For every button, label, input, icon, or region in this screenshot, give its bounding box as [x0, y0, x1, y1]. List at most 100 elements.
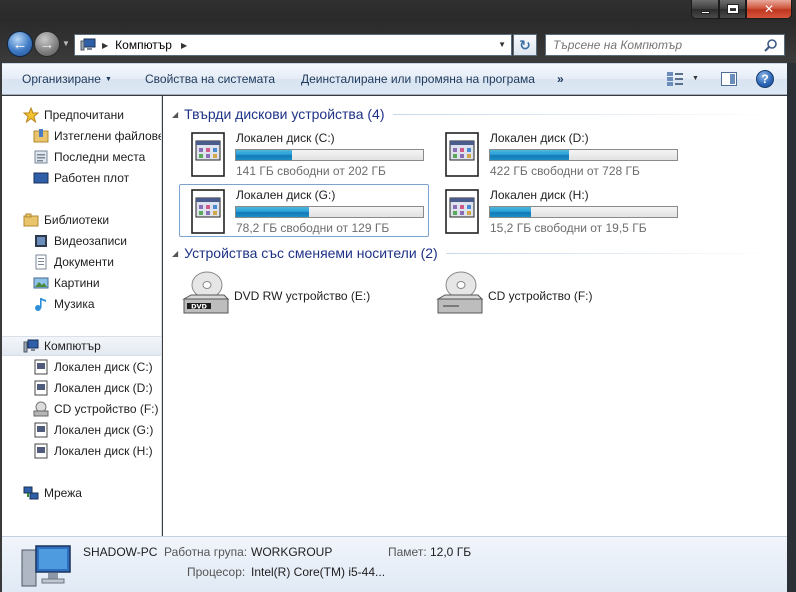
nav-drive-g[interactable]: Локален диск (G:)	[33, 420, 161, 440]
cd-drive-name: CD устройство (F:)	[488, 289, 593, 303]
minimize-button[interactable]	[691, 0, 719, 19]
workgroup-label: Работна група:	[164, 545, 248, 559]
hard-drives-group-title: Твърди дискови устройства (4)	[184, 106, 385, 122]
address-row: ← → ▼ ▶ Компютър ▶ ▼ ↻	[0, 28, 796, 62]
command-bar: Организиране ▼ Свойства на системата Деин…	[2, 63, 787, 95]
collapse-arrow-icon[interactable]: ◢	[172, 110, 178, 119]
recent-pages-dropdown[interactable]: ▼	[62, 39, 70, 48]
organize-button[interactable]: Организиране ▼	[22, 72, 112, 86]
preview-pane-button[interactable]	[721, 72, 737, 86]
computer-icon	[80, 38, 96, 52]
close-button[interactable]: ✕	[746, 0, 792, 19]
refresh-icon: ↻	[519, 36, 531, 53]
nav-documents-label: Документи	[54, 255, 114, 269]
nav-drive-d[interactable]: Локален диск (D:)	[33, 378, 161, 398]
removable-group-header[interactable]: ◢ Устройства със сменяеми носители (2)	[172, 243, 777, 263]
workgroup-value: WORKGROUP	[251, 545, 333, 559]
computer-icon	[21, 545, 71, 587]
drive-tile-d[interactable]: Локален диск (D:) 422 ГБ свободни от 728…	[433, 127, 683, 180]
group-divider	[392, 113, 777, 115]
nav-favorites[interactable]: Предпочитани	[23, 105, 161, 125]
nav-drive-h[interactable]: Локален диск (H:)	[33, 441, 161, 461]
drive-c-name: Локален диск (C:)	[236, 131, 335, 145]
nav-music[interactable]: Музика	[33, 294, 161, 314]
dvd-badge-text: DVD	[191, 303, 207, 311]
nav-libraries[interactable]: Библиотеки	[23, 210, 161, 230]
organize-label: Организиране	[22, 72, 101, 86]
video-icon	[35, 235, 47, 247]
group-divider	[445, 252, 777, 254]
views-dropdown-icon[interactable]: ▼	[692, 75, 699, 82]
nav-videos[interactable]: Видеозаписи	[33, 231, 161, 251]
nav-computer[interactable]: Компютър	[2, 336, 161, 356]
nav-pictures[interactable]: Картини	[33, 273, 161, 293]
recent-places-icon	[34, 150, 48, 164]
nav-favorites-label: Предпочитани	[44, 108, 124, 122]
address-history-dropdown[interactable]: ▼	[498, 40, 506, 49]
drive-h-usage-bar	[489, 206, 678, 218]
drive-h-name: Локален диск (H:)	[490, 188, 589, 202]
memory-value: 12,0 ГБ	[430, 545, 472, 559]
nav-network[interactable]: Мрежа	[23, 483, 161, 503]
star-icon	[23, 107, 39, 123]
hard-drive-icon	[34, 422, 48, 438]
hard-drive-icon	[191, 132, 225, 177]
removable-group-title: Устройства със сменяеми носители (2)	[184, 245, 438, 261]
memory-label: Памет:	[388, 545, 427, 559]
dvd-drive-icon: DVD	[182, 271, 230, 314]
drive-g-usage-fill	[236, 207, 309, 217]
search-input[interactable]	[553, 38, 753, 52]
drive-tile-h[interactable]: Локален диск (H:) 15,2 ГБ свободни от 19…	[433, 184, 683, 237]
drive-g-usage-bar	[235, 206, 424, 218]
pictures-icon	[33, 277, 49, 289]
minimize-icon	[700, 10, 710, 14]
drive-g-name: Локален диск (G:)	[236, 188, 336, 202]
nav-drive-f[interactable]: CD устройство (F:)	[33, 399, 161, 419]
maximize-icon	[726, 4, 739, 14]
libraries-icon	[23, 213, 39, 227]
collapse-arrow-icon[interactable]: ◢	[172, 249, 178, 258]
breadcrumb-separator-icon[interactable]: ▶	[102, 41, 108, 50]
nav-libraries-label: Библиотеки	[44, 213, 110, 227]
drive-tile-c[interactable]: Локален диск (C:) 141 ГБ свободни от 202…	[179, 127, 429, 180]
breadcrumb-separator-icon[interactable]: ▶	[181, 41, 187, 50]
search-icon[interactable]	[764, 38, 778, 52]
drive-c-free-space: 141 ГБ свободни от 202 ГБ	[236, 164, 386, 178]
maximize-button[interactable]	[719, 0, 746, 19]
search-box[interactable]	[545, 34, 785, 56]
processor-value: Intel(R) Core(TM) i5-44...	[251, 565, 386, 579]
drive-h-usage-fill	[490, 207, 532, 217]
drive-d-name: Локален диск (D:)	[490, 131, 589, 145]
uninstall-program-button[interactable]: Деинсталиране или промяна на програма	[301, 72, 535, 86]
nav-drive-c[interactable]: Локален диск (C:)	[33, 357, 161, 377]
hard-drives-group-header[interactable]: ◢ Твърди дискови устройства (4)	[172, 104, 777, 124]
help-button[interactable]: ?	[756, 70, 774, 88]
hard-drive-icon	[191, 189, 225, 234]
more-commands-button[interactable]: »	[557, 72, 564, 86]
nav-desktop[interactable]: Работен плот	[33, 168, 161, 188]
nav-documents[interactable]: Документи	[33, 252, 161, 272]
breadcrumb-computer[interactable]: Компютър	[115, 38, 172, 52]
dvd-drive-tile[interactable]: DVD DVD RW устройство (E:)	[181, 269, 431, 321]
nav-downloads[interactable]: Изтеглени файлове	[33, 126, 161, 146]
back-button[interactable]: ←	[7, 31, 33, 57]
nav-drive-c-label: Локален диск (C:)	[54, 360, 153, 374]
forward-button[interactable]: →	[34, 31, 60, 57]
close-icon: ✕	[763, 2, 775, 16]
change-view-icon[interactable]	[666, 71, 684, 87]
drive-d-usage-fill	[490, 150, 569, 160]
hard-drive-icon	[34, 443, 48, 459]
drive-tile-g[interactable]: Локален диск (G:) 78,2 ГБ свободни от 12…	[179, 184, 429, 237]
hard-drive-icon	[34, 359, 48, 375]
documents-icon	[35, 254, 47, 270]
nav-computer-label: Компютър	[44, 339, 101, 353]
address-bar[interactable]: ▶ Компютър ▶ ▼	[74, 34, 512, 56]
cd-drive-tile[interactable]: CD устройство (F:)	[435, 269, 685, 321]
system-properties-button[interactable]: Свойства на системата	[145, 72, 275, 86]
drive-h-free-space: 15,2 ГБ свободни от 19,5 ГБ	[490, 221, 647, 235]
drive-g-free-space: 78,2 ГБ свободни от 129 ГБ	[236, 221, 390, 235]
drive-d-usage-bar	[489, 149, 678, 161]
nav-drive-h-label: Локален диск (H:)	[54, 444, 153, 458]
refresh-button[interactable]: ↻	[513, 34, 537, 56]
nav-recent-places[interactable]: Последни места	[33, 147, 161, 167]
